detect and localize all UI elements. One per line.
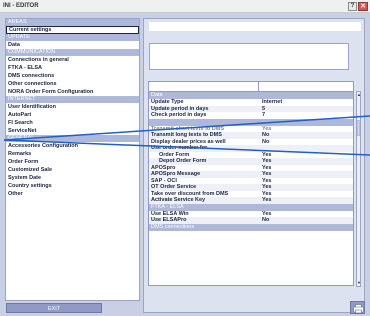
- nav-section-communication: COMMUNICATION: [6, 49, 139, 56]
- table-row: Use ELSAPro No: [149, 217, 353, 224]
- nav-section-internet: INTERNET: [6, 96, 139, 103]
- nav-item-current-settings[interactable]: Current settings: [6, 26, 139, 34]
- setting-value: 7: [262, 112, 266, 118]
- table-header-value: [259, 82, 353, 91]
- setting-value: No: [262, 217, 270, 223]
- nav-section-areas: AREAS: [6, 19, 139, 26]
- window-title: INI - EDITOR: [3, 3, 39, 9]
- table-row: Activate Service Key Yes: [149, 197, 353, 204]
- print-button[interactable]: [350, 301, 365, 314]
- nav-item-servicenet[interactable]: ServiceNet: [6, 127, 139, 135]
- table-section-dms-connections: DMS connections: [149, 223, 353, 231]
- nav-item-fi-search[interactable]: FI Search: [6, 119, 139, 127]
- content-header-bar: [149, 22, 361, 31]
- settings-table: Data Update Type Internet Update period …: [148, 81, 354, 286]
- nav-item-remarks[interactable]: Remarks: [6, 150, 139, 158]
- settings-content-panel: Data Update Type Internet Update period …: [143, 18, 365, 314]
- nav-item-order-form[interactable]: Order Form: [6, 158, 139, 166]
- table-section-data: Data: [149, 92, 353, 99]
- nav-item-ftka-elsa[interactable]: FTKA - ELSA: [6, 64, 139, 72]
- scroll-thumb[interactable]: [357, 120, 360, 136]
- nav-item-dms-connections[interactable]: DMS connections: [6, 72, 139, 80]
- title-bar: INI - EDITOR ? ✕: [0, 0, 370, 13]
- editor-window: AREAS Current settings UPDATE Data COMMU…: [0, 13, 370, 316]
- nav-item-other-connections[interactable]: Other connections: [6, 80, 139, 88]
- nav-item-accessories-configuration[interactable]: Accessories Configuration: [6, 142, 139, 150]
- help-icon[interactable]: ?: [348, 2, 357, 11]
- scroll-up-icon[interactable]: ▲: [357, 92, 361, 98]
- nav-item-other[interactable]: Other: [6, 190, 139, 198]
- exit-button[interactable]: EXIT: [6, 303, 102, 313]
- table-scrollbar[interactable]: ▲ ▼: [356, 91, 361, 287]
- settings-navigation: AREAS Current settings UPDATE Data COMMU…: [5, 18, 140, 301]
- nav-item-user-identification[interactable]: User Identification: [6, 103, 139, 111]
- printer-icon: [353, 304, 364, 314]
- nav-section-update: UPDATE: [6, 34, 139, 41]
- setting-label: Check period in days: [151, 112, 207, 118]
- scroll-down-icon[interactable]: ▼: [357, 280, 361, 286]
- settings-name-box: [149, 43, 349, 70]
- close-icon[interactable]: ✕: [358, 2, 368, 11]
- nav-item-customized-sale[interactable]: Customized Sale: [6, 166, 139, 174]
- setting-value: Yes: [262, 197, 272, 203]
- nav-item-system-date[interactable]: System Date: [6, 174, 139, 182]
- table-section-ftka-elsa: FTKA - ELSA: [149, 203, 353, 211]
- table-row: Check period in days 7: [149, 112, 353, 119]
- setting-label: Activate Service Key: [151, 197, 206, 203]
- table-section-unlabeled: [149, 118, 353, 126]
- table-header-row: [149, 82, 353, 92]
- nav-item-connections-in-general[interactable]: Connections in general: [6, 56, 139, 64]
- table-header-setting: [149, 82, 259, 91]
- nav-item-nora-order-form-configuration[interactable]: NORA Order Form Configuration: [6, 88, 139, 96]
- nav-item-autopart[interactable]: AutoPart: [6, 111, 139, 119]
- nav-item-data[interactable]: Data: [6, 41, 139, 49]
- nav-item-country-settings[interactable]: Country settings: [6, 182, 139, 190]
- setting-label: Use ELSAPro: [151, 217, 187, 223]
- nav-section-general: GENERAL: [6, 135, 139, 142]
